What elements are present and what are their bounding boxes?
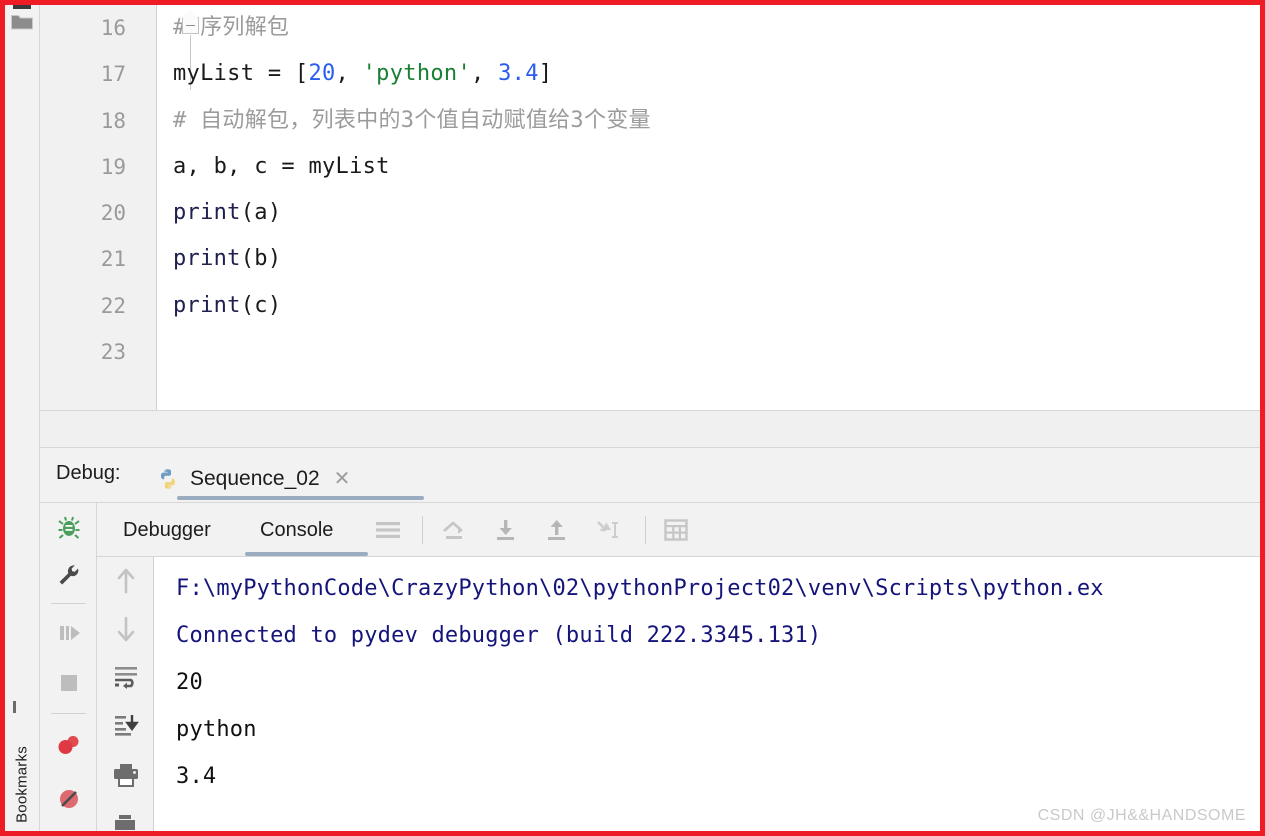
hamburger-menu-icon[interactable] [369, 512, 407, 548]
code-line[interactable]: 18 # 自动解包，列表中的3个值自动赋值给3个变量 [40, 98, 1260, 144]
folder-icon[interactable] [11, 13, 33, 30]
run-to-cursor-icon[interactable] [589, 512, 627, 548]
python-icon [156, 467, 180, 491]
line-number: 16 [100, 16, 126, 40]
toolbar-separator [645, 516, 646, 544]
code-line[interactable]: 19 a, b, c = myList [40, 144, 1260, 190]
line-content: # 自动解包，列表中的3个值自动赋值给3个变量 [173, 107, 651, 133]
line-number: 17 [100, 62, 126, 87]
token-args: (c) [240, 292, 282, 318]
line-number: 18 [100, 108, 126, 133]
editor-status-band [40, 410, 1260, 448]
token-number: 20 [308, 61, 336, 87]
bookmarks-label: Bookmarks [13, 746, 31, 823]
tab-console[interactable]: Console [260, 503, 333, 557]
line-number: 21 [100, 247, 126, 272]
line-number: 20 [100, 201, 126, 226]
close-icon[interactable]: ✕ [334, 469, 351, 489]
console-line: python [176, 717, 257, 742]
line-number: 23 [100, 340, 126, 365]
editor-band-edge [1259, 411, 1260, 447]
code-editor[interactable]: 16 # 序列解包 17 myList = [20, 'python', 3.4… [40, 5, 1260, 410]
arrow-up-icon[interactable] [97, 557, 154, 605]
bookmarks-tool-button[interactable]: Bookmarks [5, 695, 40, 823]
scroll-to-end-icon[interactable] [97, 701, 154, 749]
token-bracket: ] [538, 61, 553, 87]
code-fold-marker-top [182, 10, 198, 18]
code-line[interactable]: 20 print(a) [40, 190, 1260, 236]
code-line[interactable]: 17 myList = [20, 'python', 3.4] [40, 51, 1260, 97]
console-actions-rail [97, 557, 154, 831]
watermark: CSDN @JH&&HANDSOME [1037, 807, 1246, 824]
print-icon[interactable] [97, 751, 154, 799]
settings-wrench-icon[interactable] [40, 551, 97, 599]
tab-debugger[interactable]: Debugger [123, 503, 211, 557]
token-args: (a) [240, 200, 282, 226]
token-builtin: print [173, 292, 241, 318]
console-line: F:\myPythonCode\CrazyPython\02\pythonPro… [176, 576, 1104, 601]
step-over-icon[interactable] [436, 512, 474, 548]
console-tab-active-indicator [245, 552, 368, 556]
console-line: 20 [176, 670, 203, 695]
line-number: 22 [100, 293, 126, 318]
line-number: 19 [100, 154, 126, 179]
token-builtin: print [173, 246, 241, 272]
code-line[interactable]: 22 print(c) [40, 283, 1260, 329]
mute-breakpoints-icon[interactable] [40, 775, 97, 823]
debug-actions-rail [40, 503, 97, 831]
debug-tabs-toolbar: Debugger Console [97, 503, 1260, 557]
soft-wrap-icon[interactable] [97, 653, 154, 701]
view-breakpoints-icon[interactable] [40, 721, 97, 769]
step-out-icon[interactable] [538, 512, 576, 548]
code-line[interactable]: 16 # 序列解包 [40, 5, 1260, 51]
debug-tool-window-header: Debug: Sequence_02 ✕ [40, 448, 1260, 503]
toolbar-separator [422, 516, 423, 544]
line-content: print(a) [173, 190, 281, 236]
token-string: 'python' [362, 61, 472, 87]
rail-divider [51, 713, 86, 714]
console-output[interactable]: F:\myPythonCode\CrazyPython\02\pythonPro… [154, 557, 1260, 831]
line-content: myList = [20, 'python', 3.4] [173, 51, 552, 97]
debug-label: Debug: [56, 462, 121, 484]
token-assignment: myList = [ [173, 61, 309, 87]
token-builtin: print [173, 200, 241, 226]
token-comma: , [335, 61, 363, 87]
step-into-icon[interactable] [487, 512, 525, 548]
ide-window: Bookmarks 16 # 序列解包 17 myList = [20, 'py… [0, 0, 1265, 836]
code-line[interactable]: 21 print(b) [40, 236, 1260, 282]
code-fold-collapse-icon[interactable] [182, 17, 199, 34]
clear-all-icon[interactable] [97, 801, 154, 831]
line-content: print(b) [173, 236, 281, 282]
rail-divider [51, 603, 86, 604]
evaluate-expression-icon[interactable] [657, 512, 695, 548]
token-args: (b) [240, 246, 282, 272]
resume-program-icon[interactable] [40, 609, 97, 657]
console-line: 3.4 [176, 764, 217, 789]
code-lines: 16 # 序列解包 17 myList = [20, 'python', 3.4… [40, 5, 1260, 410]
console-line: Connected to pydev debugger (build 222.3… [176, 623, 822, 648]
stop-program-icon[interactable] [40, 659, 97, 707]
line-content: print(c) [173, 283, 281, 329]
code-line[interactable]: 23 [40, 329, 1260, 375]
run-configuration-tab[interactable]: Sequence_02 ✕ [150, 456, 356, 501]
token-number: 3.4 [498, 61, 539, 87]
left-tool-strip: Bookmarks [5, 5, 40, 831]
debug-bug-icon[interactable] [40, 503, 97, 551]
line-content: a, b, c = myList [173, 153, 390, 179]
run-config-name: Sequence_02 [190, 466, 320, 490]
token-comma: , [471, 61, 499, 87]
clipped-top-icon [13, 5, 31, 9]
run-tab-active-indicator [177, 496, 424, 500]
arrow-down-icon[interactable] [97, 605, 154, 653]
